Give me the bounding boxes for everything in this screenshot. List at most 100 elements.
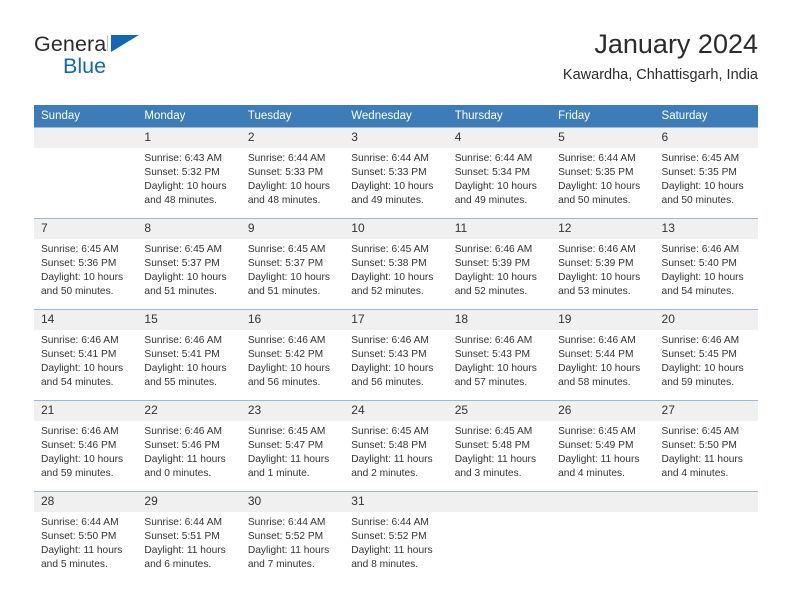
daylight-text-line2: and 3 minutes.: [454, 468, 522, 480]
calendar-day-cell[interactable]: 13 Sunrise: 6:46 AM Sunset: 5:40 PM Dayligh…: [654, 218, 758, 310]
brand-logo[interactable]: General Blue: [34, 32, 234, 88]
calendar-day-cell[interactable]: 8 Sunrise: 6:45 AM Sunset: 5:37 PM Daylight…: [137, 218, 241, 310]
day-number: [654, 492, 758, 512]
calendar-week-row: 1 Sunrise: 6:43 AM Sunset: 5:32 PM Daylight…: [34, 127, 758, 219]
calendar-day-cell[interactable]: 1 Sunrise: 6:43 AM Sunset: 5:32 PM Daylight…: [137, 127, 241, 219]
day-number: [447, 492, 552, 512]
sunrise-text: Sunrise: 6:44 AM: [454, 153, 533, 164]
day-details: Sunrise: 6:45 AM Sunset: 5:47 PM Daylight:…: [241, 421, 344, 481]
day-number: 3: [344, 128, 448, 148]
day-number: 15: [137, 310, 241, 330]
sunrise-text: Sunrise: 6:44 AM: [41, 517, 119, 528]
calendar-day-cell[interactable]: 28 Sunrise: 6:44 AM Sunset: 5:50 PM Dayligh…: [34, 491, 138, 578]
calendar-day-cell[interactable]: 5 Sunrise: 6:44 AM Sunset: 5:35 PM Daylight…: [551, 127, 655, 219]
calendar-day-cell[interactable]: 7 Sunrise: 6:45 AM Sunset: 5:36 PM Daylight…: [34, 218, 138, 310]
sunset-text: Sunset: 5:52 PM: [351, 531, 427, 543]
page-subtitle: Kawardha, Chhattisgarh, India: [562, 67, 758, 83]
sunrise-text: Sunrise: 6:45 AM: [351, 426, 429, 437]
day-number: 6: [654, 128, 758, 148]
calendar-day-cell[interactable]: 27 Sunrise: 6:45 AM Sunset: 5:50 PM Dayligh…: [654, 400, 758, 492]
daylight-text-line2: and 50 minutes.: [41, 286, 114, 298]
sunrise-text: Sunrise: 6:46 AM: [454, 335, 533, 346]
sunset-text: Sunset: 5:44 PM: [558, 349, 634, 361]
daylight-text-line2: and 54 minutes.: [41, 377, 114, 389]
calendar-day-cell[interactable]: 9 Sunrise: 6:45 AM Sunset: 5:37 PM Daylight…: [240, 218, 345, 310]
calendar-day-cell[interactable]: 21 Sunrise: 6:46 AM Sunset: 5:46 PM Dayligh…: [34, 400, 138, 492]
calendar-day-cell-empty: [447, 491, 552, 578]
daylight-text-line2: and 58 minutes.: [558, 377, 631, 389]
day-number: 11: [447, 219, 552, 239]
sunrise-text: Sunrise: 6:44 AM: [144, 517, 223, 528]
daylight-text-line2: and 49 minutes.: [351, 195, 424, 207]
daylight-text-line1: Daylight: 10 hours: [454, 272, 537, 284]
calendar-day-cell[interactable]: 30 Sunrise: 6:44 AM Sunset: 5:52 PM Dayligh…: [240, 491, 345, 578]
day-details: Sunrise: 6:45 AM Sunset: 5:49 PM Daylight:…: [551, 421, 654, 481]
calendar-day-cell[interactable]: 26 Sunrise: 6:45 AM Sunset: 5:49 PM Dayligh…: [551, 400, 655, 492]
day-number: 18: [447, 310, 552, 330]
sunset-text: Sunset: 5:37 PM: [247, 258, 324, 270]
day-details: Sunrise: 6:45 AM Sunset: 5:35 PM Daylight:…: [655, 148, 758, 208]
calendar-day-cell[interactable]: 29 Sunrise: 6:44 AM Sunset: 5:51 PM Dayligh…: [137, 491, 241, 578]
day-number: 19: [551, 310, 655, 330]
sunset-text: Sunset: 5:33 PM: [247, 167, 324, 179]
day-details: Sunrise: 6:46 AM Sunset: 5:46 PM Daylight:…: [137, 421, 240, 481]
day-number: 16: [240, 310, 345, 330]
day-number: 17: [344, 310, 448, 330]
day-number: 9: [240, 219, 345, 239]
day-details: Sunrise: 6:46 AM Sunset: 5:42 PM Daylight:…: [241, 330, 344, 390]
page-title: January 2024: [594, 29, 758, 59]
calendar-day-cell[interactable]: 4 Sunrise: 6:44 AM Sunset: 5:34 PM Daylight…: [447, 127, 552, 219]
sunset-text: Sunset: 5:34 PM: [454, 167, 531, 179]
calendar-day-cell[interactable]: 20 Sunrise: 6:46 AM Sunset: 5:45 PM Dayligh…: [654, 309, 758, 401]
calendar-day-cell[interactable]: 16 Sunrise: 6:46 AM Sunset: 5:42 PM Dayligh…: [240, 309, 345, 401]
calendar-day-cell[interactable]: 11 Sunrise: 6:46 AM Sunset: 5:39 PM Dayligh…: [447, 218, 552, 310]
calendar-day-cell[interactable]: 24 Sunrise: 6:45 AM Sunset: 5:48 PM Dayligh…: [344, 400, 448, 492]
day-details: Sunrise: 6:46 AM Sunset: 5:46 PM Daylight:…: [34, 421, 137, 481]
sunset-text: Sunset: 5:39 PM: [454, 258, 531, 270]
sunset-text: Sunset: 5:35 PM: [558, 167, 634, 179]
calendar-day-cell[interactable]: 25 Sunrise: 6:45 AM Sunset: 5:48 PM Dayligh…: [447, 400, 552, 492]
day-details: Sunrise: 6:44 AM Sunset: 5:33 PM Daylight:…: [344, 148, 447, 208]
sunrise-text: Sunrise: 6:46 AM: [41, 335, 119, 346]
daylight-text-line2: and 48 minutes.: [247, 195, 321, 207]
sunrise-text: Sunrise: 6:45 AM: [454, 426, 533, 437]
day-details: Sunrise: 6:46 AM Sunset: 5:43 PM Daylight:…: [448, 330, 551, 390]
calendar-day-cell[interactable]: 23 Sunrise: 6:45 AM Sunset: 5:47 PM Dayligh…: [240, 400, 345, 492]
weekday-header-wednesday: Wednesday: [344, 105, 448, 128]
sunset-text: Sunset: 5:48 PM: [454, 440, 531, 452]
calendar-day-cell[interactable]: 6 Sunrise: 6:45 AM Sunset: 5:35 PM Daylight…: [654, 127, 758, 219]
sunset-text: Sunset: 5:46 PM: [144, 440, 220, 452]
title-block: January 2024 Kawardha, Chhattisgarh, Ind…: [563, 28, 758, 85]
calendar-day-cell[interactable]: 17 Sunrise: 6:46 AM Sunset: 5:43 PM Dayligh…: [344, 309, 448, 401]
day-details: Sunrise: 6:45 AM Sunset: 5:37 PM Daylight:…: [241, 239, 344, 299]
day-number: 29: [137, 492, 241, 512]
day-number: 27: [654, 401, 758, 421]
calendar-day-cell[interactable]: 22 Sunrise: 6:46 AM Sunset: 5:46 PM Dayligh…: [137, 400, 241, 492]
sunrise-text: Sunrise: 6:45 AM: [661, 426, 740, 437]
daylight-text-line2: and 50 minutes.: [661, 195, 735, 207]
calendar-day-cell[interactable]: 19 Sunrise: 6:46 AM Sunset: 5:44 PM Dayligh…: [551, 309, 655, 401]
weekday-header-tuesday: Tuesday: [240, 105, 345, 128]
day-number: 14: [34, 310, 138, 330]
sunset-text: Sunset: 5:43 PM: [351, 349, 427, 361]
day-number: 22: [137, 401, 241, 421]
calendar-day-cell[interactable]: 3 Sunrise: 6:44 AM Sunset: 5:33 PM Daylight…: [344, 127, 448, 219]
daylight-text-line2: and 48 minutes.: [144, 195, 217, 207]
day-details: Sunrise: 6:45 AM Sunset: 5:36 PM Daylight:…: [34, 239, 137, 299]
calendar-day-cell[interactable]: 15 Sunrise: 6:46 AM Sunset: 5:41 PM Dayligh…: [137, 309, 241, 401]
day-details: Sunrise: 6:46 AM Sunset: 5:45 PM Daylight:…: [655, 330, 758, 390]
calendar-day-cell-empty: [654, 491, 758, 578]
sunset-text: Sunset: 5:50 PM: [41, 531, 117, 543]
day-number: 7: [34, 219, 138, 239]
calendar-day-cell[interactable]: 12 Sunrise: 6:46 AM Sunset: 5:39 PM Dayligh…: [551, 218, 655, 310]
daylight-text-line1: Daylight: 10 hours: [351, 272, 434, 284]
day-details: Sunrise: 6:46 AM Sunset: 5:43 PM Daylight:…: [344, 330, 447, 390]
calendar-day-cell[interactable]: 14 Sunrise: 6:46 AM Sunset: 5:41 PM Dayligh…: [34, 309, 138, 401]
calendar-day-cell[interactable]: 31 Sunrise: 6:44 AM Sunset: 5:52 PM Dayligh…: [344, 491, 448, 578]
day-details: Sunrise: 6:46 AM Sunset: 5:44 PM Daylight:…: [551, 330, 654, 390]
sunset-text: Sunset: 5:50 PM: [661, 440, 737, 452]
calendar-day-cell[interactable]: 10 Sunrise: 6:45 AM Sunset: 5:38 PM Dayligh…: [344, 218, 448, 310]
calendar-day-cell[interactable]: 18 Sunrise: 6:46 AM Sunset: 5:43 PM Dayligh…: [447, 309, 552, 401]
calendar-day-cell[interactable]: 2 Sunrise: 6:44 AM Sunset: 5:33 PM Daylight…: [240, 127, 345, 219]
daylight-text-line2: and 59 minutes.: [41, 468, 114, 480]
